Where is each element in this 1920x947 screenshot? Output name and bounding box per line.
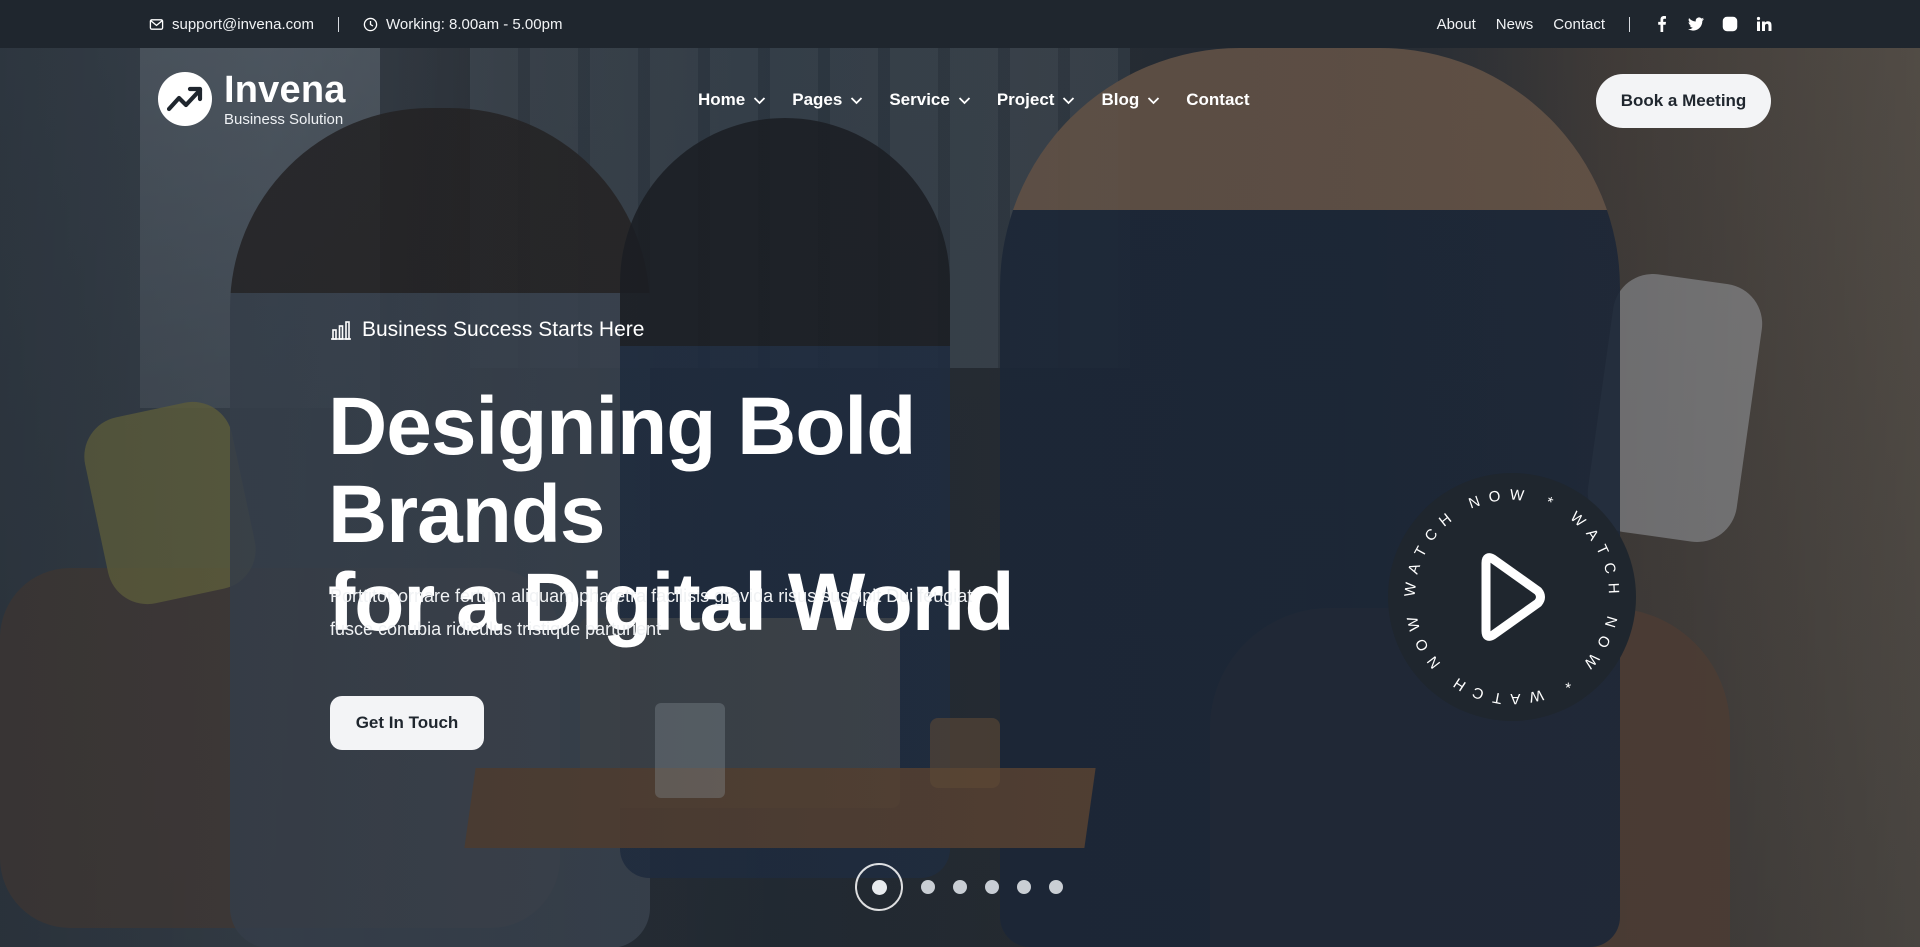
main-nav: Home Pages Service Project Blog Contact bbox=[698, 90, 1250, 110]
social-links bbox=[1654, 16, 1772, 32]
slider-dot-active[interactable] bbox=[855, 863, 903, 911]
clock-icon bbox=[363, 17, 378, 31]
working-hours-text: Working: 8.00am - 5.00pm bbox=[385, 15, 563, 33]
nav-item-service[interactable]: Service bbox=[889, 90, 971, 110]
nav-item-project[interactable]: Project bbox=[997, 90, 1076, 110]
brand-logo[interactable]: Invena Business Solution bbox=[158, 71, 346, 127]
nav-item-contact[interactable]: Contact bbox=[1186, 90, 1249, 110]
top-link-contact[interactable]: Contact bbox=[1553, 16, 1605, 33]
divider bbox=[1629, 16, 1630, 32]
hero-title-line: Designing Bold Brands bbox=[328, 381, 916, 560]
watch-now-button[interactable]: WATCH NOW * WATCH NOW * WATCH NOW * bbox=[1379, 458, 1638, 723]
top-links: About News Contact bbox=[1437, 16, 1605, 33]
nav-item-label: Home bbox=[698, 90, 746, 109]
email-contact[interactable]: support@invena.com bbox=[149, 16, 314, 33]
top-bar: support@invena.com Working: 8.00am - 5.0… bbox=[0, 0, 1920, 48]
nav-item-label: Blog bbox=[1101, 90, 1140, 109]
book-meeting-button[interactable]: Book a Meeting bbox=[1596, 74, 1771, 128]
top-bar-contact: support@invena.com Working: 8.00am - 5.0… bbox=[149, 16, 562, 33]
slider-dot[interactable] bbox=[921, 880, 935, 894]
slider-dot[interactable] bbox=[953, 880, 967, 894]
nav-item-label: Contact bbox=[1186, 90, 1250, 109]
logo-mark-icon bbox=[158, 72, 212, 126]
slider-pagination bbox=[855, 863, 1063, 911]
chevron-down-icon bbox=[1063, 96, 1075, 104]
slider-dot[interactable] bbox=[985, 880, 999, 894]
get-in-touch-button[interactable]: Get In Touch bbox=[330, 696, 484, 750]
top-link-about[interactable]: About bbox=[1437, 16, 1476, 33]
twitter-icon[interactable] bbox=[1688, 16, 1704, 32]
brand-name: Invena bbox=[224, 69, 346, 111]
nav-item-label: Service bbox=[889, 90, 950, 109]
nav-item-label: Pages bbox=[792, 90, 843, 109]
chevron-down-icon bbox=[754, 96, 766, 104]
hero-subtitle-line: Porttitor ornare fertum aliquam pharetra… bbox=[330, 586, 973, 606]
top-link-news[interactable]: News bbox=[1496, 16, 1534, 33]
hero-eyebrow-text: Business Success Starts Here bbox=[362, 318, 645, 341]
top-bar-right: About News Contact bbox=[1437, 16, 1772, 33]
watch-now-circle bbox=[1388, 473, 1636, 721]
nav-item-home[interactable]: Home bbox=[698, 90, 766, 110]
chevron-down-icon bbox=[1148, 96, 1160, 104]
chevron-down-icon bbox=[851, 96, 863, 104]
nav-item-blog[interactable]: Blog bbox=[1101, 90, 1160, 110]
logo-text: Invena Business Solution bbox=[224, 71, 346, 127]
bar-chart-icon bbox=[331, 321, 351, 340]
mail-icon bbox=[149, 18, 164, 30]
hero-section: Invena Business Solution Home Pages Serv… bbox=[0, 48, 1920, 947]
linkedin-icon[interactable] bbox=[1756, 16, 1772, 32]
instagram-icon[interactable] bbox=[1722, 16, 1738, 32]
hero-eyebrow: Business Success Starts Here bbox=[330, 318, 644, 342]
nav-item-pages[interactable]: Pages bbox=[792, 90, 863, 110]
chevron-down-icon bbox=[958, 96, 970, 104]
working-hours: Working: 8.00am - 5.00pm bbox=[363, 16, 562, 33]
brand-tagline: Business Solution bbox=[224, 111, 344, 128]
hero-subtitle: Porttitor ornare fertum aliquam pharetra… bbox=[330, 580, 1020, 646]
divider bbox=[337, 16, 339, 32]
slider-dot[interactable] bbox=[1017, 880, 1031, 894]
email-text: support@invena.com bbox=[172, 15, 314, 33]
facebook-icon[interactable] bbox=[1654, 16, 1670, 32]
slider-dot[interactable] bbox=[1049, 880, 1063, 894]
nav-item-label: Project bbox=[996, 90, 1055, 109]
hero-subtitle-line: fusce conubia ridiculus tristique partur… bbox=[330, 619, 662, 639]
